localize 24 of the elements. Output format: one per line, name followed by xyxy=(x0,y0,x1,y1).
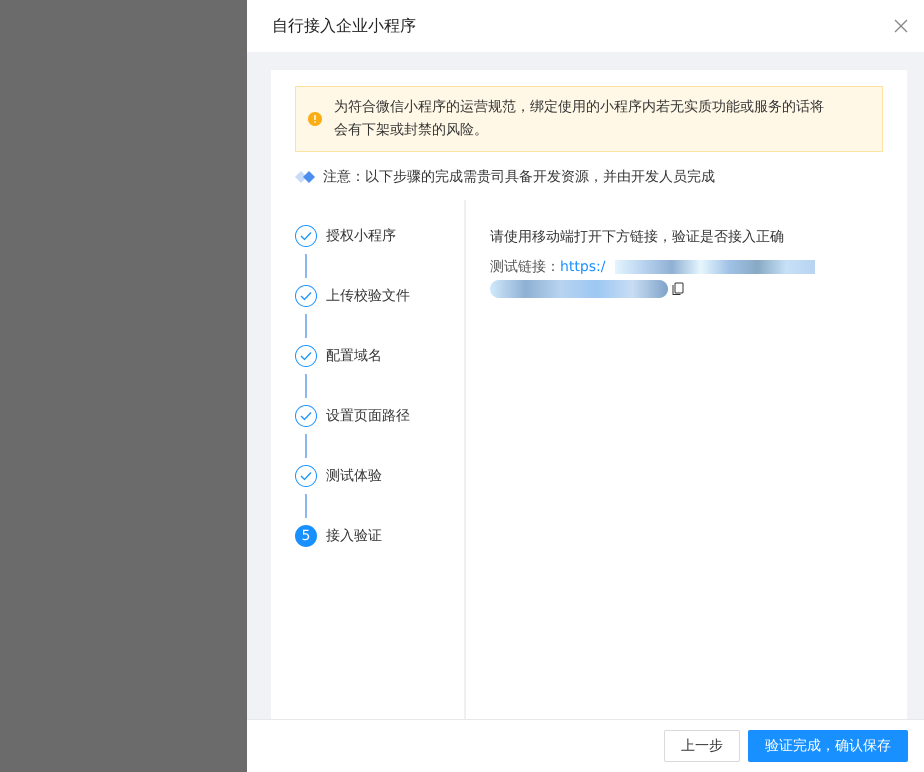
step-check-icon xyxy=(295,345,317,367)
step-check-icon xyxy=(295,225,317,247)
step-label: 配置域名 xyxy=(326,347,382,365)
instruction-text: 请使用移动端打开下方链接，验证是否接入正确 xyxy=(490,228,785,246)
step-label: 测试体验 xyxy=(326,467,382,485)
copy-icon[interactable] xyxy=(672,282,684,296)
step-label: 设置页面路径 xyxy=(326,407,410,425)
step-check-icon xyxy=(295,465,317,487)
diamond-icon xyxy=(295,170,317,184)
step-number: 5 xyxy=(295,525,317,547)
step-check-icon xyxy=(295,285,317,307)
step-label: 接入验证 xyxy=(326,527,382,545)
confirm-button[interactable]: 验证完成，确认保存 xyxy=(748,730,908,762)
back-button[interactable]: 上一步 xyxy=(664,730,740,762)
step-check-icon xyxy=(295,405,317,427)
drawer-title: 自行接入企业小程序 xyxy=(272,16,416,36)
step-label: 上传校验文件 xyxy=(326,287,410,305)
link-label: 测试链接： xyxy=(490,259,560,275)
close-icon[interactable] xyxy=(894,19,908,33)
test-link[interactable]: https:/ xyxy=(560,259,606,275)
notice-text: 注意：以下步骤的完成需贵司具备开发资源，并由开发人员完成 xyxy=(323,168,715,186)
step-label: 授权小程序 xyxy=(326,227,396,245)
alert-text: 为符合微信小程序的运营规范，绑定使用的小程序内若无实质功能或服务的话将会有下架或封禁的风险。 xyxy=(334,98,825,140)
warning-icon xyxy=(308,112,322,126)
